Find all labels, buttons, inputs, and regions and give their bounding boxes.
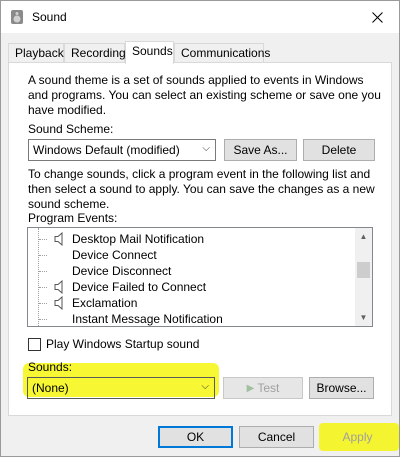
close-button[interactable] [355,1,399,33]
list-item[interactable]: Instant Message Notification [28,311,348,326]
speaker-icon [54,280,63,294]
scroll-thumb[interactable] [357,262,370,278]
sounds-select[interactable]: (None) ⌵ [27,377,215,399]
tab-playback[interactable]: Playback [8,43,64,63]
test-button[interactable]: ▶ Test [223,377,303,399]
sound-scheme-value: Windows Default (modified) [33,143,180,157]
cancel-button[interactable]: Cancel [239,426,314,448]
apply-button[interactable]: Apply [321,426,394,448]
list-item[interactable]: Exclamation [28,295,348,311]
tab-recording[interactable]: Recording [64,43,126,63]
chevron-down-icon: ⌵ [201,381,209,392]
intro-line-3: have modified. [28,103,107,117]
instructions-line-1: To change sounds, click a program event … [28,167,371,181]
play-icon: ▶ [246,382,255,394]
sound-scheme-label: Sound Scheme: [28,122,114,136]
startup-sound-label: Play Windows Startup sound [46,337,200,351]
chevron-down-icon: ⌵ [202,143,210,154]
tab-sounds[interactable]: Sounds [125,41,174,64]
sound-dialog: Sound Playback Recording Sounds Communic… [0,0,400,457]
title-bar: Sound [1,1,399,33]
speaker-app-icon [11,10,23,24]
list-item[interactable]: Desktop Mail Notification [28,231,348,247]
close-icon [371,11,383,23]
sounds-label: Sounds: [28,360,73,374]
scroll-up-arrow-icon[interactable]: ▲ [355,228,372,245]
speaker-icon [54,296,63,310]
window-title: Sound [32,10,67,24]
sound-scheme-select[interactable]: Windows Default (modified) ⌵ [28,139,216,161]
speaker-icon [54,232,63,246]
program-events-list[interactable]: Desktop Mail Notification Device Connect… [27,227,373,327]
delete-button[interactable]: Delete [303,139,375,161]
save-as-button[interactable]: Save As... [224,139,297,161]
tab-communications[interactable]: Communications [174,43,270,63]
intro-line-2: and programs. You can select an existing… [28,88,381,102]
instructions-line-3: sound scheme. [28,197,110,211]
ok-button[interactable]: OK [158,426,233,448]
intro-line-1: A sound theme is a set of sounds applied… [28,73,364,87]
instructions-line-2: then select a sound to apply. You can sa… [28,182,375,196]
list-item[interactable]: Device Disconnect [28,263,348,279]
startup-sound-checkbox[interactable] [28,338,41,351]
list-item[interactable]: Device Connect [28,247,348,263]
browse-button[interactable]: Browse... [309,377,374,399]
list-item[interactable]: Device Failed to Connect [28,279,348,295]
program-events-label: Program Events: [28,211,118,225]
scroll-down-arrow-icon[interactable]: ▼ [355,309,372,326]
list-scrollbar[interactable]: ▲ ▼ [355,228,372,326]
sounds-value: (None) [32,381,69,395]
